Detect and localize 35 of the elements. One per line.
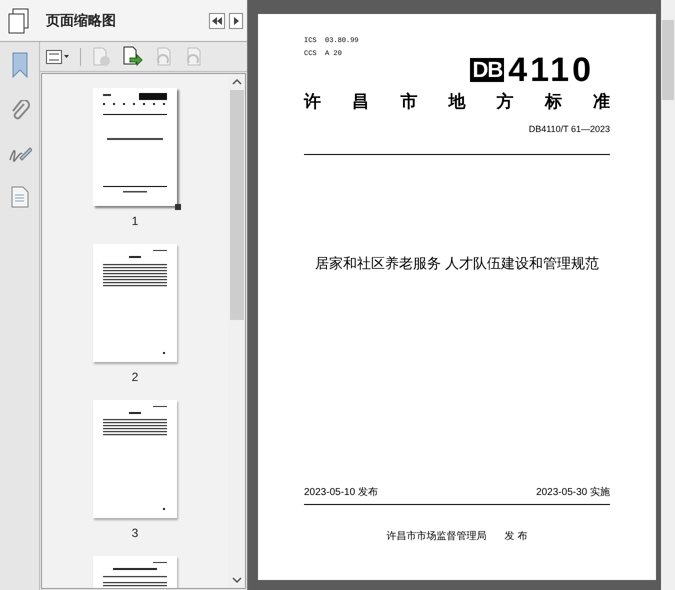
page-number: 2: [132, 369, 138, 386]
paperclip-icon[interactable]: [10, 100, 30, 122]
expand-button[interactable]: [229, 12, 243, 28]
bookmark-icon[interactable]: [10, 52, 28, 78]
category-character: 昌: [352, 91, 370, 113]
page-number: 3: [132, 525, 138, 542]
page-thumbnail[interactable]: [93, 244, 177, 362]
document-scrollbar[interactable]: [661, 0, 675, 590]
logo-number: 4110: [508, 55, 594, 85]
category-character: 标: [544, 91, 562, 113]
category-character: 方: [496, 91, 514, 113]
category-character: 地: [448, 91, 466, 113]
issuer-name: 许昌市市场监督管理局: [386, 530, 487, 544]
pages-icon[interactable]: [8, 8, 30, 34]
panel-title: 页面缩略图: [46, 11, 117, 30]
double-left-arrow-icon: [212, 16, 222, 24]
page-thumbnail[interactable]: [93, 88, 177, 206]
document-title: 居家和社区养老服务 人才队伍建设和管理规范: [315, 254, 599, 273]
category-character: 许: [304, 91, 321, 113]
right-arrow-icon: [234, 16, 238, 24]
insert-page-icon[interactable]: [121, 46, 143, 68]
document-icon[interactable]: [10, 186, 28, 208]
logo-mark: DB: [470, 58, 504, 82]
category-character: 市: [400, 91, 418, 113]
effective-date: 2023-05-30 实施: [536, 486, 610, 500]
issuer-action: 发 布: [504, 530, 528, 544]
collapse-button[interactable]: [209, 12, 225, 28]
options-button[interactable]: [46, 50, 70, 64]
page-number: 1: [132, 213, 138, 230]
selection-handle-icon[interactable]: [175, 204, 181, 210]
page-thumbnail[interactable]: [93, 400, 177, 518]
options-icon: [46, 50, 70, 64]
category-character: 准: [592, 91, 610, 113]
issue-date: 2023-05-10 发布: [304, 486, 378, 500]
standard-code: DB4110/T 61—2023: [528, 122, 610, 136]
